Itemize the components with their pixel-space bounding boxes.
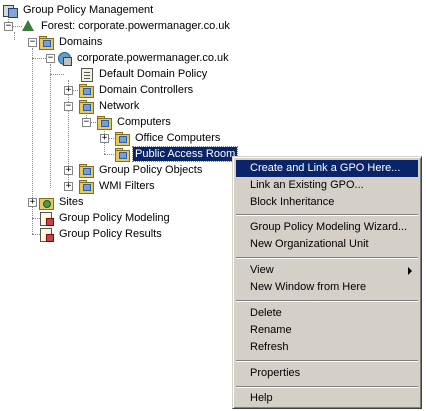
collapse-forest-toggle[interactable]: − [4, 22, 13, 31]
ou-folder-icon [114, 130, 130, 146]
expand-wmi-toggle[interactable]: + [64, 182, 73, 191]
menu-item-modeling-wizard[interactable]: Group Policy Modeling Wizard... [236, 219, 418, 236]
tree-item-public-access-room[interactable]: Public Access Room [114, 146, 239, 162]
tree-item-gpm[interactable]: Group Policy Management [2, 2, 155, 18]
domain-icon [56, 50, 72, 66]
tree-item-default-domain-policy[interactable]: Default Domain Policy [78, 66, 209, 82]
tree-item-group-policy-results[interactable]: Group Policy Results [38, 226, 164, 242]
menu-item-view-label: View [250, 264, 274, 276]
collapse-network-toggle[interactable]: − [64, 102, 73, 111]
menu-separator [236, 214, 418, 216]
collapse-domains-toggle[interactable]: − [28, 38, 37, 47]
wmi-folder-icon [78, 178, 94, 194]
ou-folder-icon [78, 98, 94, 114]
modeling-icon [38, 210, 54, 226]
ou-folder-icon [114, 146, 130, 162]
expand-sites-toggle[interactable]: + [28, 198, 37, 207]
menu-item-new-ou[interactable]: New Organizational Unit [236, 236, 418, 253]
expand-gpo-toggle[interactable]: + [64, 166, 73, 175]
tree-item-group-policy-objects[interactable]: Group Policy Objects [78, 162, 204, 178]
menu-separator [236, 360, 418, 362]
menu-item-help[interactable]: Help [236, 390, 418, 407]
expand-domain-controllers-toggle[interactable]: + [64, 86, 73, 95]
gpo-folder-icon [78, 162, 94, 178]
tree-item-network[interactable]: Network [78, 98, 141, 114]
menu-item-create-link-gpo[interactable]: Create and Link a GPO Here... [236, 160, 418, 177]
ou-folder-icon [78, 82, 94, 98]
tree-item-computers[interactable]: Computers [96, 114, 173, 130]
menu-item-view[interactable]: View [236, 262, 418, 279]
tree-item-wmi-filters[interactable]: WMI Filters [78, 178, 157, 194]
expand-office-computers-toggle[interactable]: + [100, 134, 109, 143]
menu-item-rename[interactable]: Rename [236, 322, 418, 339]
menu-item-block-inheritance[interactable]: Block Inheritance [236, 194, 418, 211]
menu-item-link-existing-gpo[interactable]: Link an Existing GPO... [236, 177, 418, 194]
menu-separator [236, 257, 418, 259]
forest-icon [20, 18, 36, 34]
sites-icon [38, 194, 54, 210]
tree-item-group-policy-modeling[interactable]: Group Policy Modeling [38, 210, 172, 226]
collapse-domain-toggle[interactable]: − [46, 54, 55, 63]
domains-folder-icon [38, 34, 54, 50]
menu-item-new-window[interactable]: New Window from Here [236, 279, 418, 296]
ou-folder-icon [96, 114, 112, 130]
tree-item-domains[interactable]: Domains [38, 34, 104, 50]
collapse-computers-toggle[interactable]: − [82, 118, 91, 127]
menu-item-properties[interactable]: Properties [236, 365, 418, 382]
gpo-link-icon [78, 66, 94, 82]
tree-item-office-computers[interactable]: Office Computers [114, 130, 222, 146]
menu-item-delete[interactable]: Delete [236, 305, 418, 322]
tree-item-sites[interactable]: Sites [38, 194, 85, 210]
tree-item-domain[interactable]: corporate.powermanager.co.uk [56, 50, 231, 66]
menu-separator [236, 386, 418, 388]
menu-item-refresh[interactable]: Refresh [236, 339, 418, 356]
tree-item-domain-controllers[interactable]: Domain Controllers [78, 82, 195, 98]
group-policy-management-icon [2, 2, 18, 18]
tree-item-forest[interactable]: Forest: corporate.powermanager.co.uk [20, 18, 232, 34]
context-menu: Create and Link a GPO Here... Link an Ex… [232, 156, 422, 409]
menu-separator [236, 300, 418, 302]
submenu-arrow-icon [408, 267, 412, 275]
results-icon [38, 226, 54, 242]
